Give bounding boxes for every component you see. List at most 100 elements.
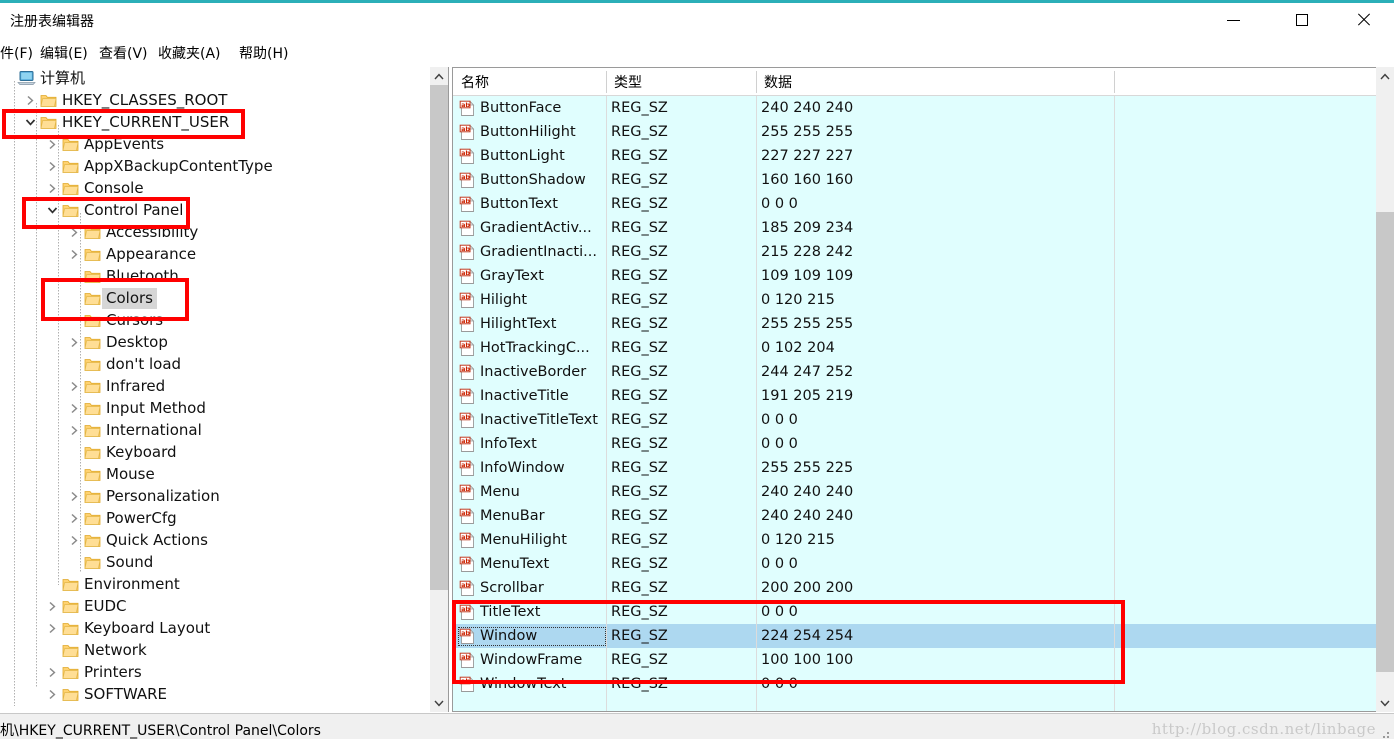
value-name-text: Window — [480, 628, 538, 644]
tree-item-software[interactable]: SOFTWARE — [0, 683, 425, 705]
list-scrollbar-thumb[interactable] — [1376, 212, 1394, 672]
tree-item-environment[interactable]: Environment — [0, 573, 425, 595]
list-scrollbar[interactable] — [1376, 67, 1394, 712]
table-row[interactable]: ab GradientActiv... REG_SZ 185 209 234 — [453, 216, 1376, 240]
menu-item-1[interactable]: 编辑(E) — [40, 43, 88, 63]
tree-scrollbar[interactable] — [430, 67, 448, 712]
tree-item-[interactable]: 计算机 — [0, 67, 425, 89]
tree-item-eudc[interactable]: EUDC — [0, 595, 425, 617]
maximize-button[interactable] — [1279, 3, 1325, 37]
value-type-text: REG_SZ — [611, 268, 668, 284]
column-divider[interactable] — [1114, 71, 1115, 93]
chevron-right-icon[interactable] — [44, 595, 60, 617]
tree-item-don-t-load[interactable]: don't load — [0, 353, 425, 375]
table-row[interactable]: ab GradientInacti... REG_SZ 215 228 242 — [453, 240, 1376, 264]
table-row[interactable]: ab InactiveTitle REG_SZ 191 205 219 — [453, 384, 1376, 408]
table-row[interactable]: ab InactiveTitleText REG_SZ 0 0 0 — [453, 408, 1376, 432]
tree-item-console[interactable]: Console — [0, 177, 425, 199]
table-row[interactable]: ab Hilight REG_SZ 0 120 215 — [453, 288, 1376, 312]
table-row[interactable]: ab HilightText REG_SZ 255 255 255 — [453, 312, 1376, 336]
table-row[interactable]: ab InfoText REG_SZ 0 0 0 — [453, 432, 1376, 456]
tree-scroll-up-button[interactable] — [430, 67, 448, 85]
minimize-button[interactable] — [1210, 3, 1256, 37]
column-header-3[interactable] — [1114, 68, 1376, 95]
table-row[interactable]: ab MenuBar REG_SZ 240 240 240 — [453, 504, 1376, 528]
registry-values-pane[interactable]: 名称 类型 数据 ab ButtonFace REG_SZ 240 240 240 ab Bu… — [452, 67, 1377, 712]
tree-item-appevents[interactable]: AppEvents — [0, 133, 425, 155]
column-header-1[interactable]: 类型 — [606, 68, 756, 95]
column-divider[interactable] — [606, 71, 607, 93]
column-header-0[interactable]: 名称 — [453, 68, 606, 95]
table-row[interactable]: ab ButtonLight REG_SZ 227 227 227 — [453, 144, 1376, 168]
table-row[interactable]: ab ButtonShadow REG_SZ 160 160 160 — [453, 168, 1376, 192]
column-header-2[interactable]: 数据 — [756, 68, 1114, 95]
tree-item-colors[interactable]: Colors — [0, 287, 425, 309]
table-row[interactable]: ab MenuText REG_SZ 0 0 0 — [453, 552, 1376, 576]
registry-tree[interactable]: 计算机 HKEY_CLASSES_ROOT HKEY_CURRENT_USER App… — [0, 67, 425, 712]
tree-item-keyboard[interactable]: Keyboard — [0, 441, 425, 463]
tree-scroll-down-button[interactable] — [430, 694, 448, 712]
tree-item-printers[interactable]: Printers — [0, 661, 425, 683]
table-row[interactable]: ab TitleText REG_SZ 0 0 0 — [453, 600, 1376, 624]
value-name-cell: ab InfoWindow — [459, 460, 605, 477]
tree-item-hkey-classes-root[interactable]: HKEY_CLASSES_ROOT — [0, 89, 425, 111]
table-row[interactable]: ab Scrollbar REG_SZ 200 200 200 — [453, 576, 1376, 600]
tree-item-label: Infrared — [106, 376, 166, 395]
table-row[interactable]: ab ButtonText REG_SZ 0 0 0 — [453, 192, 1376, 216]
chevron-right-icon[interactable] — [44, 661, 60, 683]
tree-item-control-panel[interactable]: Control Panel — [0, 199, 425, 221]
svg-text:ab: ab — [461, 556, 470, 564]
table-row[interactable]: ab HotTrackingC... REG_SZ 0 102 204 — [453, 336, 1376, 360]
column-divider[interactable] — [756, 71, 757, 93]
tree-scrollbar-thumb[interactable] — [430, 85, 448, 590]
value-name-text: GrayText — [480, 268, 544, 284]
string-value-icon: ab — [459, 436, 475, 452]
tree-item-infrared[interactable]: Infrared — [0, 375, 425, 397]
tree-item-bluetooth[interactable]: Bluetooth — [0, 265, 425, 287]
string-value-icon: ab — [459, 508, 475, 524]
tree-item-cursors[interactable]: Cursors — [0, 309, 425, 331]
value-data-text: 240 240 240 — [761, 508, 854, 524]
table-row[interactable]: ab Window REG_SZ 224 254 254 — [453, 624, 1376, 648]
list-scroll-up-button[interactable] — [1376, 67, 1394, 85]
tree-item-personalization[interactable]: Personalization — [0, 485, 425, 507]
table-row[interactable]: ab WindowText REG_SZ 0 0 0 — [453, 672, 1376, 696]
value-name-text: ButtonHilight — [480, 124, 576, 140]
tree-item-network[interactable]: Network — [0, 639, 425, 661]
registry-values-list[interactable]: ab ButtonFace REG_SZ 240 240 240 ab ButtonHil… — [453, 96, 1376, 711]
registry-tree-pane[interactable]: 计算机 HKEY_CLASSES_ROOT HKEY_CURRENT_USER App… — [0, 67, 449, 712]
table-row[interactable]: ab Menu REG_SZ 240 240 240 — [453, 480, 1376, 504]
close-button[interactable] — [1340, 3, 1386, 37]
tree-item-powercfg[interactable]: PowerCfg — [0, 507, 425, 529]
chevron-right-icon[interactable] — [44, 617, 60, 639]
tree-item-input-method[interactable]: Input Method — [0, 397, 425, 419]
folder-icon — [60, 573, 80, 595]
menu-item-3[interactable]: 收藏夹(A) — [158, 43, 221, 63]
value-name-text: ButtonFace — [480, 100, 562, 116]
tree-item-quick-actions[interactable]: Quick Actions — [0, 529, 425, 551]
tree-item-appearance[interactable]: Appearance — [0, 243, 425, 265]
chevron-right-icon[interactable] — [44, 683, 60, 705]
table-row[interactable]: ab GrayText REG_SZ 109 109 109 — [453, 264, 1376, 288]
menu-item-0[interactable]: 件(F) — [0, 43, 33, 63]
tree-item-accessibility[interactable]: Accessibility — [0, 221, 425, 243]
tree-item-hkey-current-user[interactable]: HKEY_CURRENT_USER — [0, 111, 425, 133]
value-name-cell: ab GradientInacti... — [459, 244, 605, 261]
table-row[interactable]: ab InactiveBorder REG_SZ 244 247 252 — [453, 360, 1376, 384]
list-scroll-down-button[interactable] — [1376, 694, 1394, 712]
tree-item-international[interactable]: International — [0, 419, 425, 441]
tree-item-keyboard-layout[interactable]: Keyboard Layout — [0, 617, 425, 639]
tree-item-sound[interactable]: Sound — [0, 551, 425, 573]
menu-item-2[interactable]: 查看(V) — [99, 43, 148, 63]
tree-item-appxbackupcontenttype[interactable]: AppXBackupContentType — [0, 155, 425, 177]
table-row[interactable]: ab ButtonFace REG_SZ 240 240 240 — [453, 96, 1376, 120]
table-row[interactable]: ab MenuHilight REG_SZ 0 120 215 — [453, 528, 1376, 552]
tree-item-desktop[interactable]: Desktop — [0, 331, 425, 353]
tree-item-mouse[interactable]: Mouse — [0, 463, 425, 485]
tree-item-label: Console — [84, 178, 144, 197]
table-row[interactable]: ab InfoWindow REG_SZ 255 255 225 — [453, 456, 1376, 480]
table-row[interactable]: ab WindowFrame REG_SZ 100 100 100 — [453, 648, 1376, 672]
table-row[interactable]: ab ButtonHilight REG_SZ 255 255 255 — [453, 120, 1376, 144]
value-name-cell: ab Scrollbar — [459, 580, 605, 597]
menu-item-4[interactable]: 帮助(H) — [239, 43, 288, 63]
